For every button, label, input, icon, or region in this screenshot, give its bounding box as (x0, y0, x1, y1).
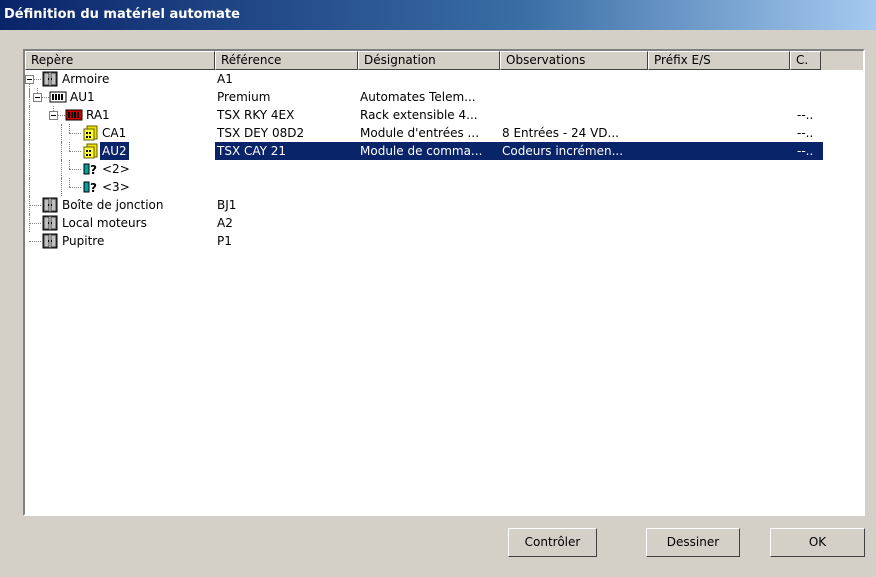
cell-prefix (648, 214, 792, 232)
cell-observations (500, 88, 650, 106)
tree-row[interactable]: ? <3> (25, 178, 863, 196)
cell-prefix (648, 160, 792, 178)
cell-observations (500, 106, 650, 124)
cell-c (795, 70, 823, 88)
cell-observations (500, 232, 650, 250)
cell-c (795, 88, 823, 106)
cell-reference: A1 (217, 72, 233, 86)
tree-row[interactable]: Armoire A1 (25, 70, 863, 97)
column-header-observations[interactable]: Observations (500, 51, 648, 70)
cell-c (795, 178, 823, 196)
tree-item-label[interactable]: Armoire (60, 70, 111, 88)
tree-item-label[interactable]: Boîte de jonction (60, 196, 166, 214)
ok-button[interactable]: OK (770, 528, 865, 557)
cell-reference: TSX RKY 4EX (217, 108, 295, 122)
svg-text:?: ? (90, 181, 97, 195)
column-header-reference[interactable]: Référence (215, 51, 358, 70)
cell-prefix (648, 232, 792, 250)
cell-designation (358, 196, 502, 214)
tree-item-label[interactable]: RA1 (84, 106, 112, 124)
check-button[interactable]: Contrôler (508, 528, 597, 557)
cell-observations (500, 178, 650, 196)
cell-designation: Module de comma... (358, 142, 502, 160)
tree-row[interactable]: ? <2> (25, 160, 863, 178)
column-header-repere[interactable]: Repère (25, 51, 215, 70)
tree-row[interactable]: CA1 TSX DEY 08D2 Module d'entrées ... 8 Ent… (25, 124, 863, 142)
equipment-tree-list[interactable]: Repère Référence Désignation Observation… (23, 49, 865, 516)
cell-reference: TSX DEY 08D2 (217, 126, 305, 140)
cell-observations (500, 196, 650, 214)
cell-c: --.. (797, 126, 814, 140)
cell-designation (358, 178, 502, 196)
draw-button[interactable]: Dessiner (646, 528, 740, 557)
cell-designation (358, 70, 502, 88)
tree-row[interactable]: RA1 TSX RKY 4EX Rack extensible 4... --.. (25, 106, 863, 124)
tree-row[interactable]: Pupitre P1 (25, 232, 863, 252)
tree-row[interactable]: Local moteurs A2 (25, 214, 863, 232)
cell-c (795, 232, 823, 250)
cell-reference: Premium (217, 90, 271, 104)
svg-text:?: ? (90, 163, 97, 177)
cell-reference: TSX CAY 21 (215, 142, 360, 160)
cell-reference: A2 (217, 216, 233, 230)
tree-row[interactable]: Boîte de jonction BJ1 (25, 196, 863, 214)
collapse-toggle-icon[interactable] (25, 75, 34, 84)
window-title: Définition du matériel automate (4, 7, 240, 22)
cell-prefix (648, 124, 792, 142)
cell-reference: P1 (217, 234, 232, 248)
cell-observations (500, 214, 650, 232)
cabinet-icon (41, 233, 59, 252)
column-header-prefix[interactable]: Préfix E/S (648, 51, 790, 70)
collapse-toggle-icon[interactable] (33, 93, 42, 102)
cell-designation (358, 232, 502, 250)
cell-observations (500, 160, 650, 178)
tree-rows: Armoire A1 AU1 Premium Automates Telem... RA1… (25, 70, 863, 252)
tree-item-label[interactable]: Pupitre (60, 232, 106, 250)
cell-observations: Codeurs incrémen... (500, 142, 650, 160)
column-header-c[interactable]: C. (790, 51, 821, 70)
tree-item-label[interactable]: AU2 (100, 142, 129, 160)
cell-designation (358, 160, 502, 178)
collapse-toggle-icon[interactable] (49, 111, 58, 120)
cell-reference (215, 178, 360, 196)
cell-reference: BJ1 (217, 198, 237, 212)
cell-c: --.. (797, 108, 814, 122)
cell-c (795, 214, 823, 232)
cell-prefix (648, 88, 792, 106)
cell-designation (358, 214, 502, 232)
cell-designation: Rack extensible 4... (360, 108, 478, 122)
column-header-designation[interactable]: Désignation (358, 51, 500, 70)
cell-prefix (648, 196, 792, 214)
title-bar: Définition du matériel automate (0, 0, 876, 30)
tree-row[interactable]: AU2 TSX CAY 21 Module de comma... Codeurs i… (25, 142, 863, 160)
cell-prefix (648, 178, 792, 196)
cell-observations (500, 70, 650, 88)
cell-prefix (648, 106, 792, 124)
tree-item-label[interactable]: <2> (100, 160, 132, 178)
tree-row[interactable]: AU1 Premium Automates Telem... (25, 88, 863, 106)
tree-item-label[interactable]: CA1 (100, 124, 128, 142)
cell-c (795, 160, 823, 178)
cell-designation: Automates Telem... (360, 90, 476, 104)
cell-observations: 8 Entrées - 24 VD... (502, 126, 619, 140)
tree-item-label[interactable]: <3> (100, 178, 132, 196)
cell-reference (215, 160, 360, 178)
tree-item-label[interactable]: Local moteurs (60, 214, 149, 232)
cell-prefix (648, 142, 792, 160)
tree-item-label[interactable]: AU1 (68, 88, 97, 106)
cell-designation: Module d'entrées ... (360, 126, 480, 140)
cell-c: --.. (795, 142, 823, 160)
cell-prefix (648, 70, 792, 88)
cell-c (795, 196, 823, 214)
